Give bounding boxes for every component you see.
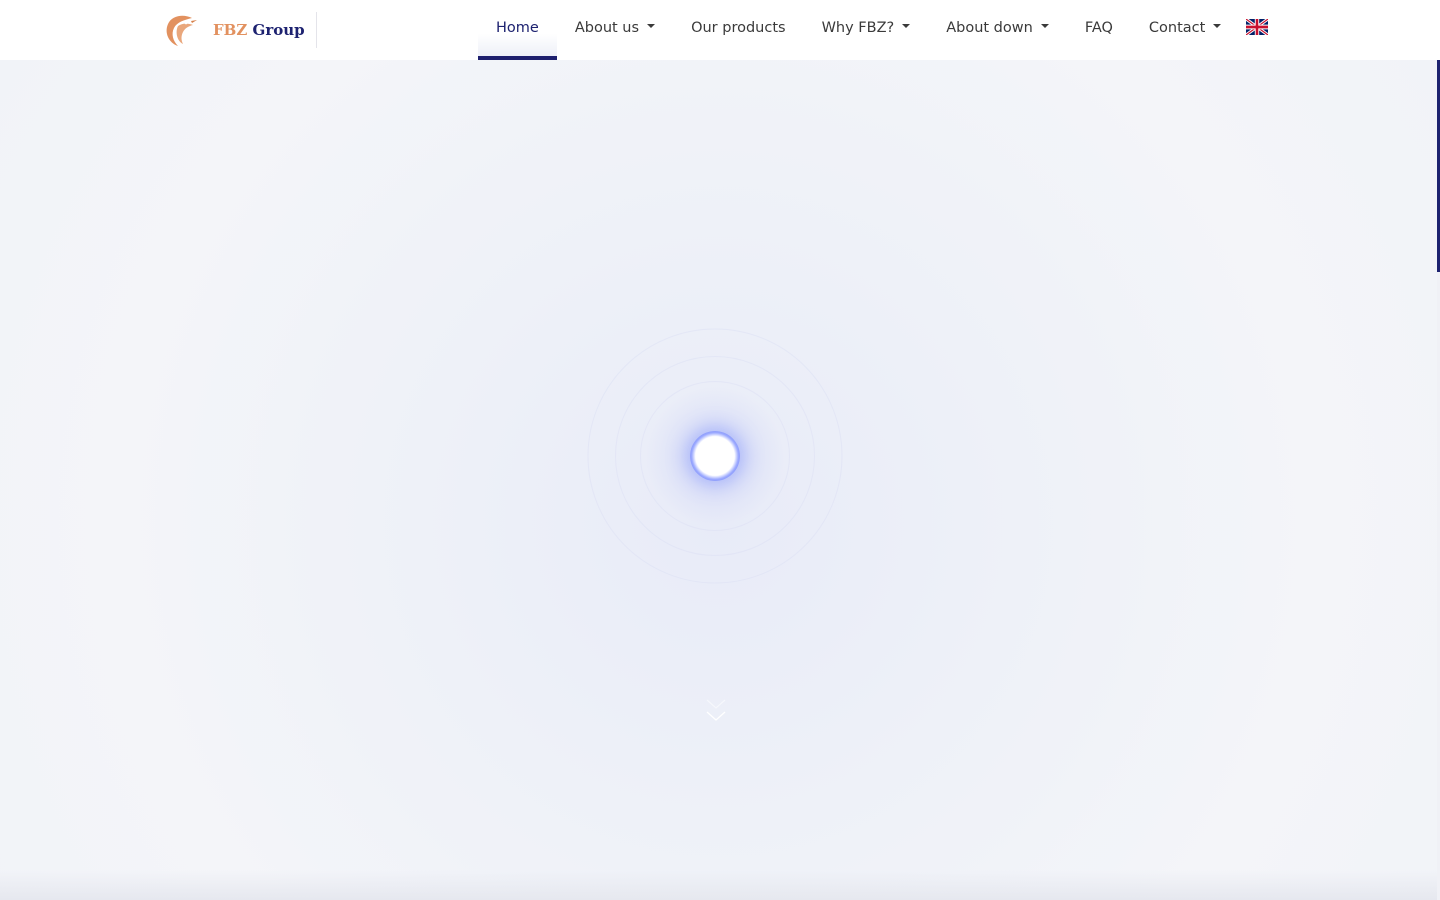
caret-down-icon xyxy=(902,24,911,28)
nav-item-contact[interactable]: Contact xyxy=(1131,0,1239,56)
site-header: FBZ Group Home About us Our products Why… xyxy=(0,0,1440,60)
caret-down-icon xyxy=(647,24,656,28)
main-navigation: Home About us Our products Why FBZ? Abou… xyxy=(478,0,1239,60)
nav-item-faq[interactable]: FAQ xyxy=(1067,0,1131,56)
nav-item-label: Contact xyxy=(1148,20,1206,36)
nav-item-why-fbz[interactable]: Why FBZ? xyxy=(804,0,929,56)
nav-item-about-down[interactable]: About down xyxy=(928,0,1067,56)
nav-item-label: Why FBZ? xyxy=(821,20,895,36)
nav-item-label: About us xyxy=(574,20,640,36)
bird-logo-icon xyxy=(166,15,197,46)
nav-item-about-us[interactable]: About us xyxy=(557,0,673,56)
caret-down-icon xyxy=(1040,24,1049,28)
nav-item-home[interactable]: Home xyxy=(478,0,557,60)
loading-spinner-icon xyxy=(690,431,740,481)
nav-item-our-products[interactable]: Our products xyxy=(673,0,804,56)
brand-name: FBZ Group xyxy=(213,21,305,39)
hero-bottom-fade xyxy=(0,870,1437,900)
nav-item-label: FAQ xyxy=(1084,20,1113,36)
brand-divider xyxy=(316,12,317,48)
chevron-down-icon[interactable] xyxy=(704,694,728,728)
nav-item-label: About down xyxy=(946,20,1033,36)
brand-name-main: Group xyxy=(252,21,305,39)
uk-flag-icon[interactable] xyxy=(1246,19,1268,35)
brand-logo-link[interactable]: FBZ Group xyxy=(162,10,305,50)
nav-item-label: Our products xyxy=(691,20,786,36)
brand-name-accent: FBZ xyxy=(213,21,248,39)
caret-down-icon xyxy=(1213,24,1222,28)
nav-item-label: Home xyxy=(496,20,539,36)
